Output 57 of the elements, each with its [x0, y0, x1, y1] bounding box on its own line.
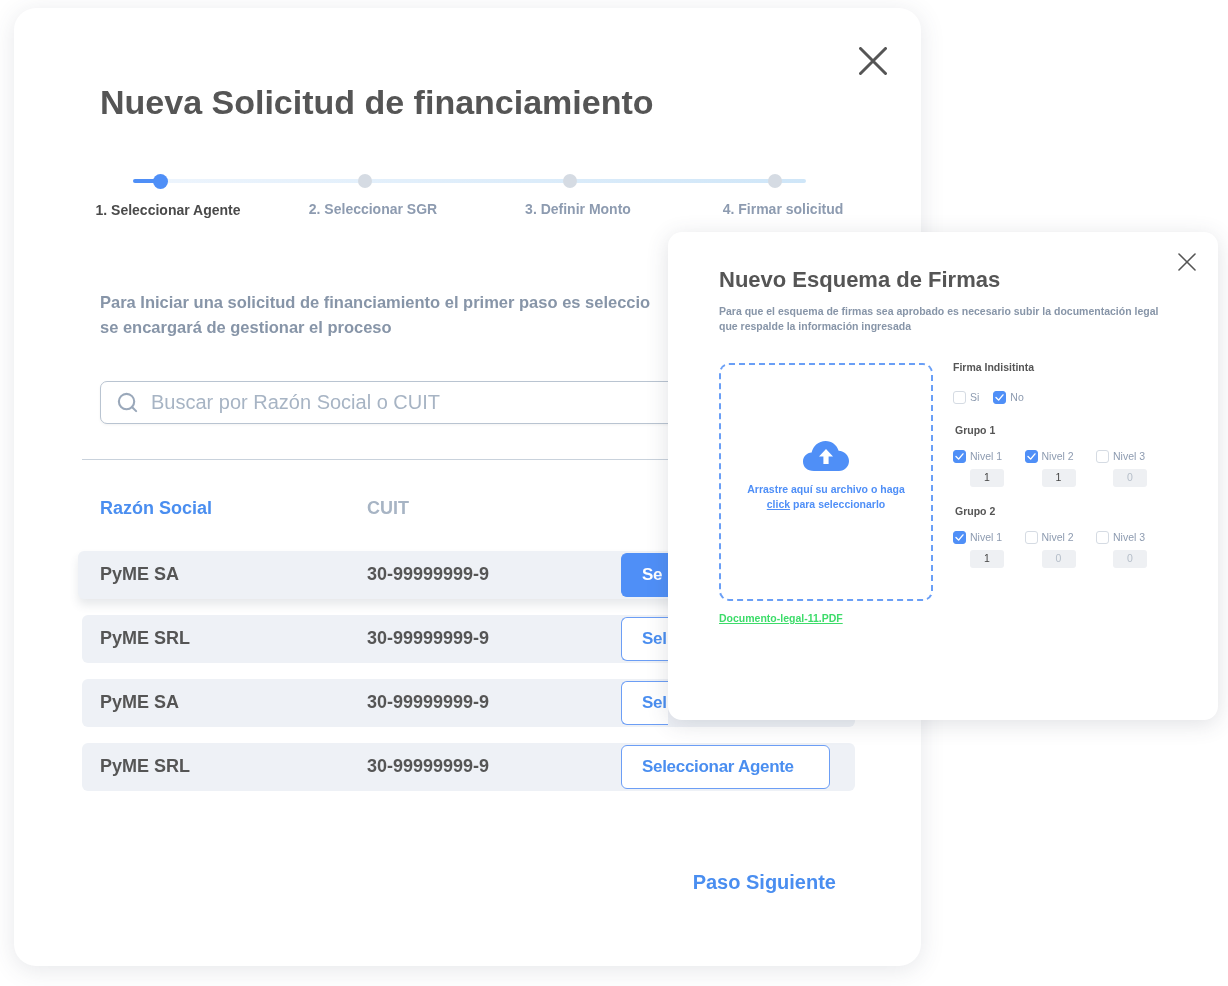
company-name: PyME SRL: [100, 756, 191, 776]
checkbox[interactable]: [993, 391, 1007, 404]
checkbox[interactable]: [953, 531, 966, 544]
dropzone-text: Arrastre aquí su archivo o haga click para seleccionarlo: [746, 482, 906, 512]
close-button[interactable]: [1178, 253, 1196, 271]
cuit-text: 30-99999999-9: [367, 692, 490, 712]
option-label: Nivel 3: [1113, 531, 1146, 544]
close-button[interactable]: [859, 47, 887, 75]
option-label: Nivel 1: [970, 531, 1003, 544]
group-label: Grupo 1: [955, 423, 996, 438]
checkmark-icon: [995, 394, 1005, 401]
column-header[interactable]: CUIT: [367, 497, 409, 518]
table-row[interactable]: PyME SRL 30-99999999-9 Seleccionar Agente: [82, 742, 855, 791]
intro-text: se encargará de gestionar el proceso: [100, 316, 392, 338]
select-agent-button[interactable]: Se: [621, 552, 668, 597]
checkbox[interactable]: [1024, 450, 1038, 463]
option-label: Si: [970, 391, 980, 404]
option-label: Nivel 1: [970, 450, 1003, 463]
dialog-description: Para que el esquema de firmas sea aprobado es necesario subir la documentación legal que respalde la información ingresada: [719, 304, 1160, 334]
company-name: PyME SRL: [100, 628, 191, 648]
select-agent-button[interactable]: Seleccionar Agente: [621, 744, 830, 789]
checkbox[interactable]: [953, 450, 966, 463]
dialog-title: Nuevo Esquema de Firmas: [719, 267, 1001, 292]
count-field[interactable]: 1: [970, 469, 1004, 487]
cuit-text: 30-99999999-9: [367, 628, 490, 648]
click-link[interactable]: click: [766, 498, 791, 510]
option-label: Nivel 2: [1041, 531, 1074, 544]
checkmark-icon: [1026, 453, 1036, 460]
file-dropzone[interactable]: Arrastre aquí su archivo o haga click para seleccionarlo: [719, 363, 933, 601]
search-icon: [116, 390, 139, 414]
close-icon: [1178, 253, 1196, 271]
select-agent-button[interactable]: Sel: [621, 616, 668, 661]
step-label[interactable]: 4. Firmar solicitud: [722, 200, 844, 218]
count-field[interactable]: 1: [970, 550, 1004, 568]
group-label: Grupo 2: [955, 504, 996, 519]
option-label: Nivel 2: [1041, 450, 1074, 463]
select-agent-button[interactable]: Sel: [621, 680, 668, 725]
dialog-title: Nueva Solicitud de financiamiento: [100, 82, 654, 123]
close-icon: [859, 47, 887, 75]
section-label: Firma Indisitinta: [953, 360, 1035, 375]
option-label: Nivel 3: [1113, 450, 1146, 463]
company-name: PyME SA: [100, 564, 180, 584]
next-step-link[interactable]: Paso Siguiente: [692, 867, 836, 896]
step-label[interactable]: 1. Seleccionar Agente: [95, 200, 241, 219]
cuit-text: 30-99999999-9: [367, 564, 490, 584]
checkmark-icon: [955, 453, 964, 460]
file-link[interactable]: Documento-legal-11.PDF: [719, 611, 843, 626]
cuit-text: 30-99999999-9: [367, 756, 490, 776]
option-label: No: [1010, 391, 1024, 404]
checkmark-icon: [955, 534, 964, 541]
count-field[interactable]: 1: [1041, 469, 1076, 487]
step-label[interactable]: 3. Definir Monto: [525, 200, 631, 218]
step-label[interactable]: 2. Seleccionar SGR: [308, 200, 438, 218]
cloud-upload-icon: [803, 441, 849, 471]
company-name: PyME SA: [100, 692, 180, 712]
intro-text: Para Iniciar una solicitud de financiamiento el primer paso es seleccio: [100, 291, 651, 313]
column-header[interactable]: Razón Social: [100, 497, 213, 518]
